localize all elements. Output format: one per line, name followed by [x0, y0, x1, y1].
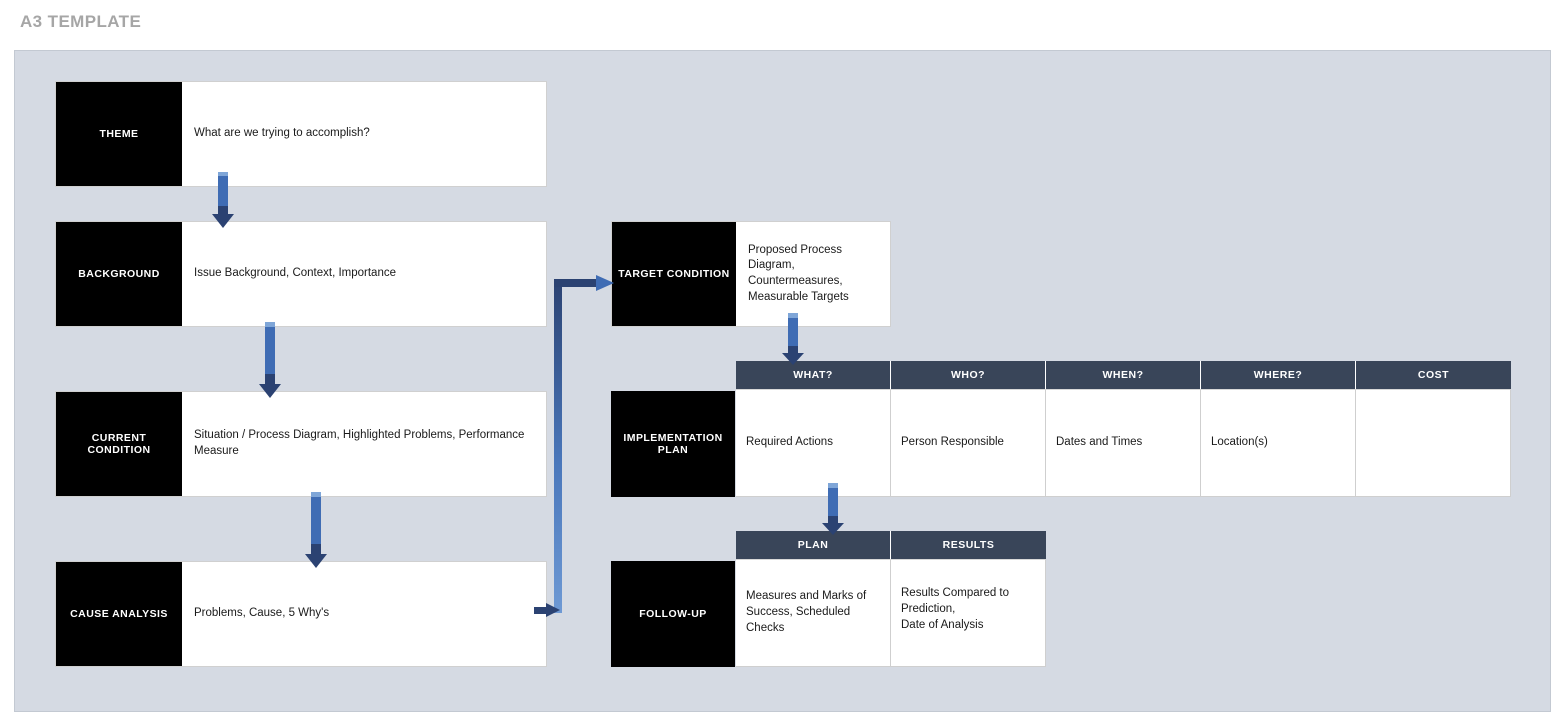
block-current-condition-label: CURRENT CONDITION — [56, 392, 182, 496]
block-theme-text: What are we trying to accomplish? — [194, 127, 370, 140]
block-cause-analysis-label: CAUSE ANALYSIS — [56, 562, 182, 666]
block-theme[interactable]: THEME What are we trying to accomplish? — [55, 81, 547, 187]
impl-header-who[interactable]: WHO? — [891, 361, 1046, 389]
block-cause-analysis-text: Problems, Cause, 5 Why's — [194, 607, 330, 620]
arrow-background-to-current-icon — [258, 322, 282, 399]
impl-header-what[interactable]: WHAT? — [736, 361, 891, 389]
follow-up-body-row: Measures and Marks of Success, Scheduled… — [736, 559, 1046, 667]
followup-cell-plan[interactable]: Measures and Marks of Success, Scheduled… — [736, 559, 891, 667]
block-background-label: BACKGROUND — [56, 222, 182, 326]
block-theme-label: THEME — [56, 82, 182, 186]
block-target-condition[interactable]: TARGET CONDITION Proposed Process Diagra… — [611, 221, 891, 327]
block-implementation-plan-label: IMPLEMENTATION PLAN — [611, 391, 735, 497]
block-target-condition-body[interactable]: Proposed Process Diagram, Countermeasure… — [736, 222, 890, 326]
followup-cell-results-text: Results Compared to Prediction, Date of … — [901, 587, 1010, 631]
block-follow-up-label: FOLLOW-UP — [611, 561, 735, 667]
impl-cell-who[interactable]: Person Responsible — [891, 389, 1046, 497]
follow-up-header-row: PLAN RESULTS — [736, 531, 1046, 559]
impl-header-cost[interactable]: COST — [1356, 361, 1511, 389]
block-theme-body[interactable]: What are we trying to accomplish? — [182, 82, 546, 186]
followup-header-results[interactable]: RESULTS — [891, 531, 1046, 559]
block-current-condition[interactable]: CURRENT CONDITION Situation / Process Di… — [55, 391, 547, 497]
arrow-target-to-what-icon — [781, 313, 805, 366]
impl-cell-when[interactable]: Dates and Times — [1046, 389, 1201, 497]
followup-cell-results[interactable]: Results Compared to Prediction, Date of … — [891, 559, 1046, 667]
block-target-condition-text: Proposed Process Diagram, Countermeasure… — [748, 243, 849, 303]
arrow-cause-to-target-icon — [534, 267, 616, 617]
impl-cell-who-text: Person Responsible — [901, 436, 1004, 449]
block-current-condition-body[interactable]: Situation / Process Diagram, Highlighted… — [182, 392, 546, 496]
impl-header-where[interactable]: WHERE? — [1201, 361, 1356, 389]
impl-cell-what-text: Required Actions — [746, 436, 833, 449]
page-title: A3 TEMPLATE — [20, 12, 142, 31]
block-cause-analysis[interactable]: CAUSE ANALYSIS Problems, Cause, 5 Why's — [55, 561, 547, 667]
implementation-plan-header-row: WHAT? WHO? WHEN? WHERE? COST — [736, 361, 1511, 389]
impl-cell-cost[interactable] — [1356, 389, 1511, 497]
impl-cell-what[interactable]: Required Actions — [736, 389, 891, 497]
block-cause-analysis-body[interactable]: Problems, Cause, 5 Why's — [182, 562, 546, 666]
followup-cell-plan-text: Measures and Marks of Success, Scheduled… — [746, 590, 867, 634]
impl-header-when[interactable]: WHEN? — [1046, 361, 1201, 389]
followup-header-plan[interactable]: PLAN — [736, 531, 891, 559]
impl-cell-where[interactable]: Location(s) — [1201, 389, 1356, 497]
block-background[interactable]: BACKGROUND Issue Background, Context, Im… — [55, 221, 547, 327]
diagram-canvas: THEME What are we trying to accomplish? … — [14, 50, 1551, 712]
block-current-condition-text: Situation / Process Diagram, Highlighted… — [194, 429, 525, 457]
arrow-theme-to-background-icon — [211, 172, 235, 229]
arrow-current-to-cause-icon — [304, 492, 328, 569]
block-target-condition-label: TARGET CONDITION — [612, 222, 736, 326]
implementation-plan-body-row: Required Actions Person Responsible Date… — [736, 389, 1511, 497]
block-background-text: Issue Background, Context, Importance — [194, 267, 396, 280]
impl-cell-where-text: Location(s) — [1211, 436, 1268, 449]
impl-cell-when-text: Dates and Times — [1056, 436, 1143, 449]
arrow-implementation-to-plan-icon — [821, 483, 845, 536]
block-background-body[interactable]: Issue Background, Context, Importance — [182, 222, 546, 326]
